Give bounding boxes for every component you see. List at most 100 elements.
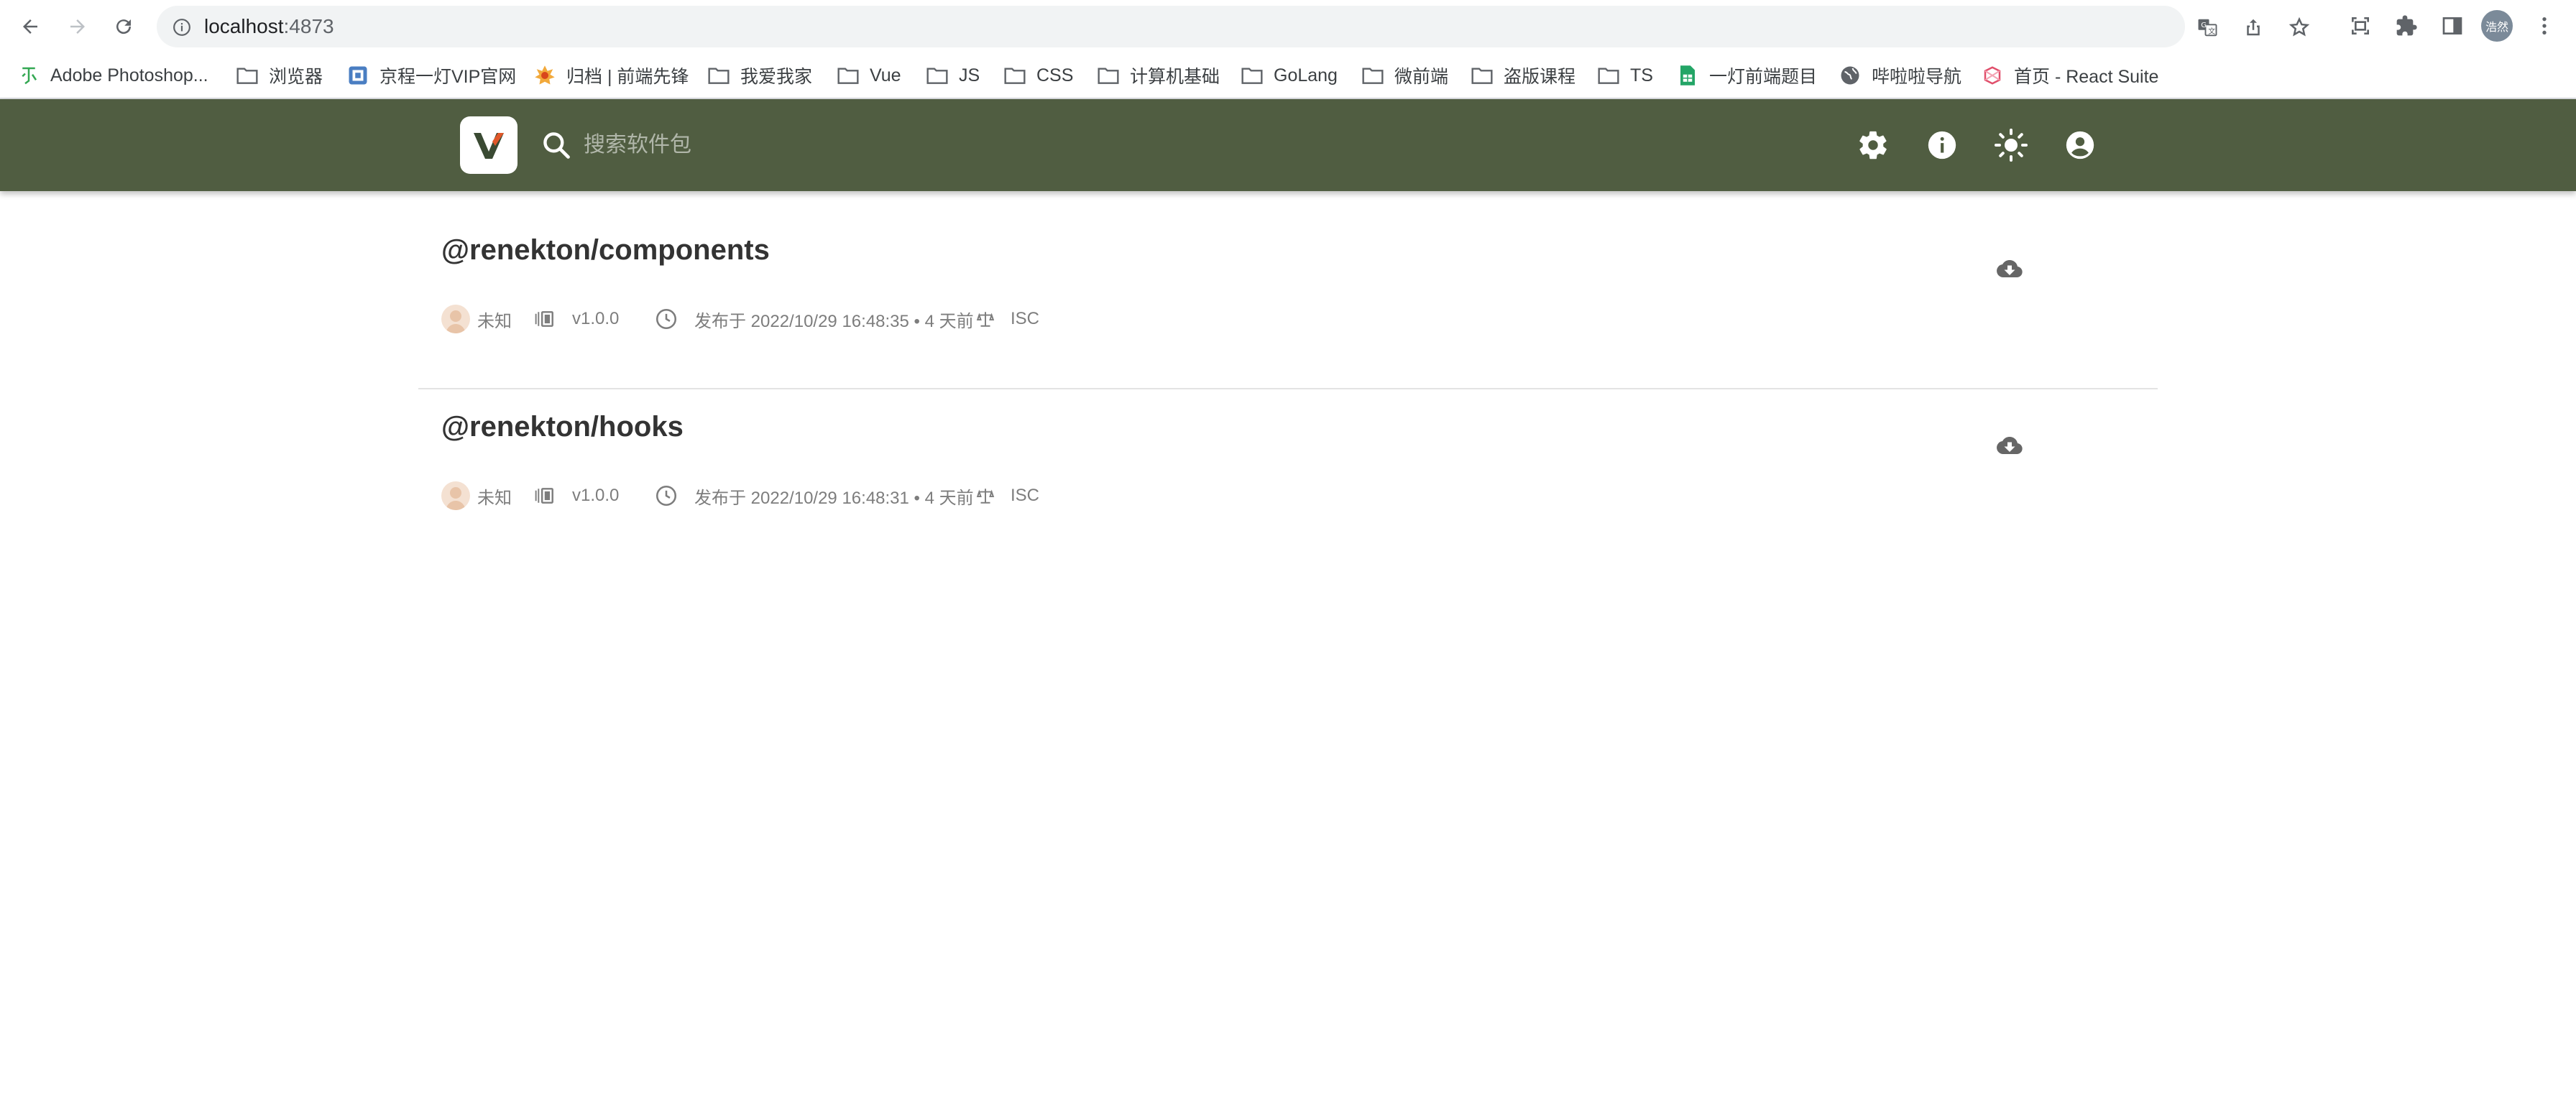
bookmark-questions[interactable]: 一灯前端题目 — [1676, 53, 1817, 98]
rsuite-icon — [1981, 64, 2004, 87]
author-avatar — [441, 305, 470, 333]
bookmark-star-icon[interactable] — [2288, 17, 2310, 38]
kebab-menu-icon — [2542, 17, 2547, 34]
sheet-icon — [1676, 64, 1699, 87]
author-name: 未知 — [477, 311, 512, 331]
bookmark-jingcheng[interactable]: 京程一灯VIP官网 — [346, 53, 516, 98]
bookmark-label: JS — [959, 65, 980, 85]
bookmark-label: GoLang — [1274, 65, 1338, 85]
back-button[interactable] — [13, 9, 47, 44]
package-item[interactable]: @renekton/components 未知 v1.0.0 发布于 2022/… — [418, 211, 2158, 388]
folder-icon — [707, 64, 730, 87]
download-cloud-icon[interactable] — [1997, 433, 2023, 458]
gear-icon — [1859, 131, 1887, 159]
forward-button[interactable] — [60, 9, 95, 44]
site-icon — [346, 64, 369, 87]
bookmark-label: CSS — [1036, 65, 1074, 85]
logo-v-icon — [474, 133, 504, 159]
bookmark-folder-browser[interactable]: 浏览器 — [236, 53, 323, 98]
info-button[interactable] — [1923, 126, 1961, 164]
verdaccio-logo[interactable] — [460, 116, 518, 174]
folder-icon — [1241, 64, 1264, 87]
reload-button[interactable] — [106, 9, 141, 44]
svg-text:文: 文 — [2208, 27, 2215, 36]
bookmark-label: 归档 | 前端先锋 — [566, 67, 689, 87]
package-name[interactable]: @renekton/components — [441, 234, 770, 267]
bookmark-label: 一灯前端题目 — [1709, 67, 1818, 87]
profile-avatar[interactable]: 浩然 — [2481, 10, 2513, 42]
screen-capture-button[interactable] — [2346, 11, 2375, 40]
author-info: 未知 — [441, 303, 512, 335]
version-tag-icon — [535, 488, 553, 504]
browser-menu-button[interactable] — [2530, 11, 2559, 40]
bookmark-folder-vue[interactable]: Vue — [837, 53, 901, 98]
bookmark-folder-js[interactable]: JS — [926, 53, 980, 98]
bookmark-folder-microfrontend[interactable]: 微前端 — [1361, 53, 1448, 98]
version-tag-icon — [535, 311, 553, 327]
balance-scale-icon — [976, 312, 995, 327]
license-text: ISC — [1011, 486, 1040, 505]
app-header — [0, 99, 2576, 191]
folder-icon — [1361, 64, 1384, 87]
address-bar[interactable]: localhost:4873 G文 — [157, 6, 2310, 47]
bookmark-label: 首页 - React Suite — [2014, 67, 2159, 87]
bookmark-folder-home[interactable]: 我爱我家 — [707, 53, 812, 98]
bookmark-adobe[interactable]: Adobe Photoshop... — [17, 53, 208, 98]
bookmark-label: 浏览器 — [269, 67, 323, 87]
license-info: ISC — [976, 303, 1039, 335]
info-icon — [1928, 131, 1956, 159]
license-text: ISC — [1011, 309, 1040, 328]
extensions-button[interactable] — [2392, 11, 2421, 40]
download-cloud-icon[interactable] — [1997, 256, 2023, 282]
translate-icon[interactable]: G文 — [2196, 17, 2218, 38]
package-search-input[interactable] — [584, 125, 986, 165]
side-panel-button[interactable] — [2438, 11, 2467, 40]
bookmark-folder-courses[interactable]: 盗版课程 — [1471, 53, 1576, 98]
bookmark-folder-ts[interactable]: TS — [1597, 53, 1653, 98]
folder-icon — [236, 64, 259, 87]
bookmark-label: Vue — [870, 65, 901, 85]
bookmark-label: 我爱我家 — [740, 67, 813, 87]
bookmark-react-suite[interactable]: 首页 - React Suite — [1981, 53, 2158, 98]
bookmarks-bar: Adobe Photoshop... 浏览器 京程一灯VIP官网 归档 | 前端… — [0, 53, 2576, 99]
bookmark-label: Adobe Photoshop... — [50, 65, 208, 85]
bookmark-folder-golang[interactable]: GoLang — [1241, 53, 1338, 98]
folder-icon — [1003, 64, 1026, 87]
publish-info: 发布于 2022/10/29 16:48:35 • 4 天前 — [654, 303, 974, 335]
bookmark-label: 哔啦啦导航 — [1872, 67, 1962, 87]
clock-icon — [656, 308, 677, 330]
search-icon — [540, 129, 572, 161]
profile-label: 浩然 — [2485, 22, 2508, 34]
version-info: v1.0.0 — [533, 303, 619, 335]
bookmark-label: 盗版课程 — [1504, 67, 1576, 87]
version-info: v1.0.0 — [533, 480, 619, 512]
settings-button[interactable] — [1854, 126, 1892, 164]
publish-info: 发布于 2022/10/29 16:48:31 • 4 天前 — [654, 480, 974, 512]
bookmark-label: 京程一灯VIP官网 — [380, 67, 517, 87]
bookmark-label: 计算机基础 — [1130, 67, 1220, 87]
account-button[interactable] — [2061, 126, 2099, 164]
bookmark-archive[interactable]: 归档 | 前端先锋 — [533, 53, 689, 98]
package-item[interactable]: @renekton/hooks 未知 v1.0.0 发布于 2022/10/29… — [418, 388, 2158, 565]
bookmark-bilala[interactable]: 哔啦啦导航 — [1839, 53, 1961, 98]
bookmark-folder-cs[interactable]: 计算机基础 — [1097, 53, 1220, 98]
package-name[interactable]: @renekton/hooks — [441, 411, 684, 443]
theme-toggle-button[interactable] — [1992, 126, 2030, 164]
folder-icon — [1097, 64, 1120, 87]
site-info-icon[interactable] — [172, 18, 191, 37]
sun-icon — [1995, 129, 2028, 162]
account-circle-icon — [2066, 131, 2094, 159]
publish-date: 发布于 2022/10/29 16:48:31 • 4 天前 — [694, 488, 974, 508]
bookmark-folder-css[interactable]: CSS — [1003, 53, 1073, 98]
author-avatar — [441, 481, 470, 510]
folder-icon — [837, 64, 860, 87]
folder-icon — [1597, 64, 1620, 87]
share-icon[interactable] — [2242, 17, 2264, 38]
url-text: localhost:4873 — [204, 15, 334, 37]
author-info: 未知 — [441, 480, 512, 512]
version-text: v1.0.0 — [572, 486, 620, 505]
forward-arrow-icon — [70, 19, 85, 34]
folder-icon — [1471, 64, 1494, 87]
globe-icon — [1839, 64, 1862, 87]
side-panel-icon — [2442, 17, 2462, 34]
